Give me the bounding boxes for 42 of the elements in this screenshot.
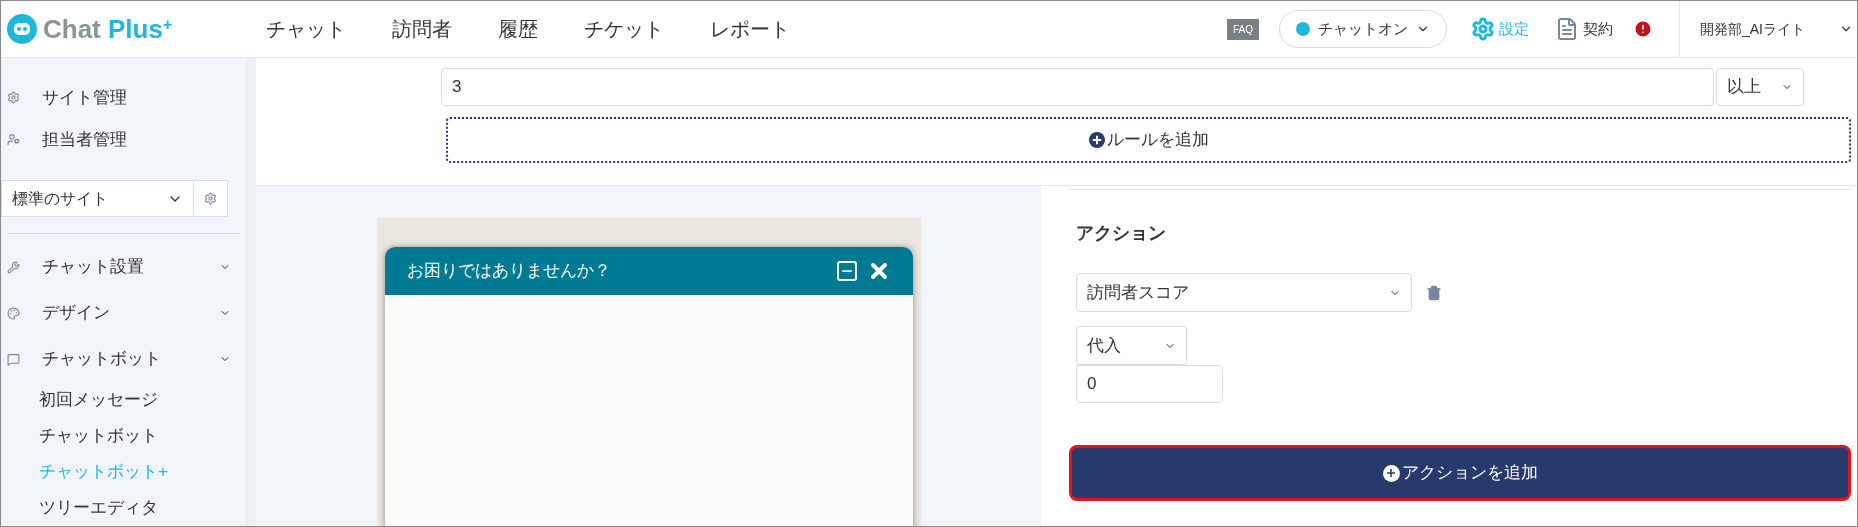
user-gear-icon — [7, 132, 20, 146]
faq-icon[interactable]: FAQ — [1227, 18, 1259, 40]
menu-section[interactable]: チャットボット — [1, 336, 231, 382]
palette-icon — [7, 306, 20, 320]
submenu-item[interactable]: ツリーエディタ — [1, 490, 246, 526]
chat-bubble-icon — [7, 352, 20, 366]
user-menu[interactable]: 開発部_AIライト — [1680, 19, 1857, 39]
logo-text: Chat Plus$^{+}$ — [43, 16, 173, 42]
wrench-icon — [7, 260, 20, 274]
menu-section[interactable]: チャット設置 — [1, 244, 231, 290]
trash-icon[interactable] — [1426, 284, 1442, 301]
site-select[interactable]: 標準のサイト — [1, 180, 194, 217]
document-icon — [1555, 17, 1579, 41]
gear-icon — [204, 192, 217, 206]
gear-icon — [1471, 17, 1495, 41]
section-heading: アクション — [1076, 222, 1167, 245]
action-mode-select[interactable]: 代入 — [1076, 326, 1187, 365]
submenu-item[interactable]: 初回メッセージ — [1, 382, 246, 418]
sidebar-link[interactable]: サイト管理 — [1, 76, 246, 119]
action-value-field[interactable]: 0 — [1076, 365, 1223, 403]
menu-section[interactable]: デザイン — [1, 290, 231, 336]
gear-icon — [7, 90, 20, 104]
site-settings-button[interactable] — [194, 180, 228, 217]
submenu-item[interactable]: チャットボット — [1, 418, 246, 454]
nav-tab[interactable]: レポート — [710, 14, 790, 44]
nav-tab[interactable]: チケット — [584, 14, 664, 44]
logo-icon — [5, 12, 39, 46]
nav-tab[interactable]: 訪問者 — [392, 14, 452, 44]
add-rule-button[interactable]: ルールを追加 — [446, 117, 1851, 163]
widget-title: お困りではありませんか？ — [407, 260, 612, 283]
action-target-select[interactable]: 訪問者スコア — [1076, 273, 1412, 312]
nav-tab[interactable]: チャット — [266, 14, 346, 44]
contract-link[interactable]: 契約 — [1555, 17, 1613, 41]
add-action-button[interactable]: アクションを追加 — [1069, 445, 1851, 501]
plus-icon — [1385, 467, 1397, 479]
alert-icon[interactable] — [1633, 19, 1653, 39]
value-field[interactable]: 3 — [441, 68, 1714, 106]
plus-icon — [1090, 134, 1103, 146]
operator-select[interactable]: 以上 — [1716, 68, 1804, 106]
nav-tab[interactable]: 履歴 — [498, 14, 538, 44]
minimize-icon[interactable] — [837, 261, 857, 281]
sidebar-link[interactable]: 担当者管理 — [1, 118, 246, 161]
